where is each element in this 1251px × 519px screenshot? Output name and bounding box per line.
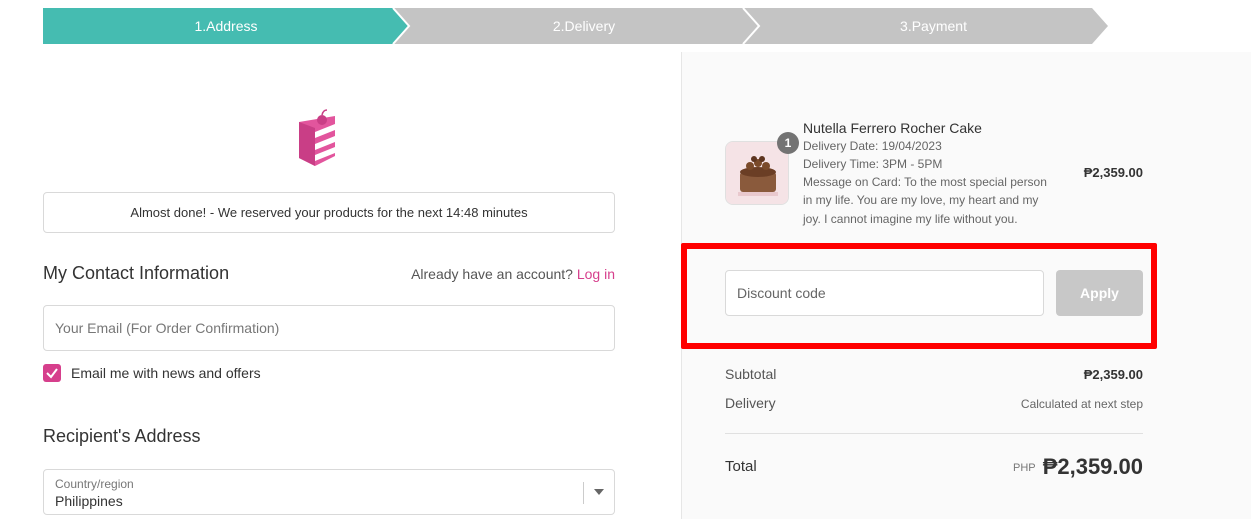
newsletter-checkbox[interactable] xyxy=(43,364,61,382)
account-prompt-text: Already have an account? xyxy=(411,266,573,282)
total-label: Total xyxy=(725,458,757,475)
apply-discount-button[interactable]: Apply xyxy=(1056,270,1143,316)
address-section-title: Recipient's Address xyxy=(43,426,201,446)
email-field[interactable]: Your Email (For Order Confirmation) xyxy=(43,305,615,351)
country-label: Country/region xyxy=(55,477,134,491)
newsletter-label: Email me with news and offers xyxy=(71,365,261,381)
total-currency: PHP xyxy=(1013,462,1036,474)
delivery-label: Delivery xyxy=(725,395,776,411)
account-prompt: Already have an account? Log in xyxy=(411,266,615,282)
subtotal-label: Subtotal xyxy=(725,366,777,382)
totals-divider xyxy=(725,433,1143,434)
product-message-line-1: Message on Card: To the most special per… xyxy=(803,175,1047,189)
cake-image-icon xyxy=(726,142,788,204)
product-delivery-time: Delivery Time: 3PM - 5PM xyxy=(803,157,943,171)
step-delivery[interactable]: 2.Delivery xyxy=(409,8,759,44)
login-link[interactable]: Log in xyxy=(577,266,615,282)
product-message-line-3: joy. I cannot imagine my life without yo… xyxy=(803,212,1018,226)
quantity-badge: 1 xyxy=(777,132,799,154)
reservation-notice: Almost done! - We reserved your products… xyxy=(43,192,615,233)
select-divider xyxy=(583,482,584,504)
subtotal-value: ₱2,359.00 xyxy=(1083,367,1143,382)
product-message-line-2: in my life. You are my love, my heart an… xyxy=(803,193,1039,207)
checkmark-icon xyxy=(46,368,58,379)
total-value: ₱2,359.00 xyxy=(1042,454,1143,479)
product-name: Nutella Ferrero Rocher Cake xyxy=(803,120,982,136)
product-delivery-date: Delivery Date: 19/04/2023 xyxy=(803,139,942,153)
chevron-down-icon[interactable] xyxy=(594,489,604,495)
email-placeholder: Your Email (For Order Confirmation) xyxy=(55,320,280,336)
step-address[interactable]: 1.Address xyxy=(43,8,409,44)
discount-placeholder: Discount code xyxy=(737,285,826,301)
country-value: Philippines xyxy=(55,493,123,509)
country-select[interactable]: Country/region Philippines xyxy=(43,469,615,515)
contact-section-title: My Contact Information xyxy=(43,263,230,283)
step-payment[interactable]: 3.Payment xyxy=(759,8,1108,44)
delivery-value: Calculated at next step xyxy=(1020,397,1143,411)
discount-code-input[interactable]: Discount code xyxy=(725,270,1044,316)
checkout-steps: 1.Address 2.Delivery 3.Payment xyxy=(43,8,1108,44)
product-price: ₱2,359.00 xyxy=(1083,165,1143,180)
cake-logo-icon xyxy=(293,108,341,166)
